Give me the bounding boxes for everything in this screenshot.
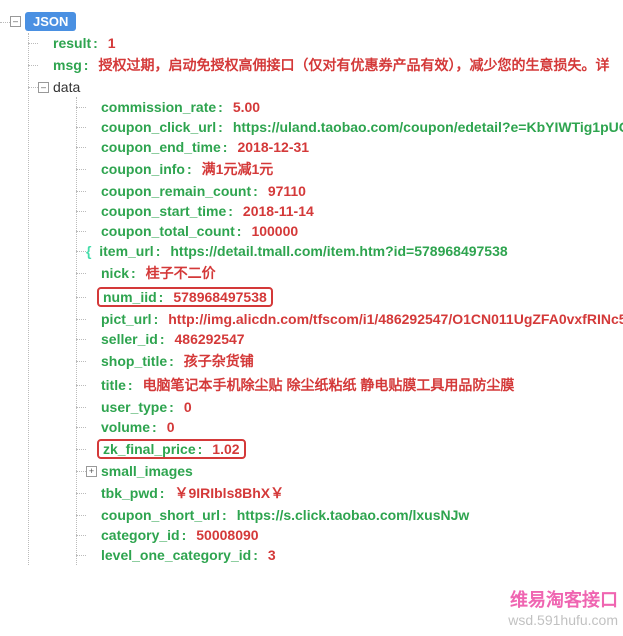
small-images-node[interactable]: +small_images [86,461,623,481]
field-pict-url: pict_url:http://img.alicdn.com/tfscom/i1… [86,309,623,329]
field-coupon-remain-count: coupon_remain_count:97110 [86,181,623,201]
brace-icon: { [86,243,91,259]
expand-icon[interactable]: + [86,466,97,477]
field-title: title:电脑笔记本手机除尘贴 除尘纸粘纸 静电贴膜工具用品防尘膜 [86,373,623,397]
collapse-icon[interactable]: – [10,16,21,27]
field-item-url: { item_url:https://detail.tmall.com/item… [86,241,623,261]
field-coupon-end-time: coupon_end_time:2018-12-31 [86,137,623,157]
field-nick: nick:桂子不二价 [86,261,623,285]
key: data [53,79,80,95]
field-coupon-short-url: coupon_short_url:https://s.click.taobao.… [86,505,623,525]
field-msg: msg: 授权过期，启动免授权高佣接口（仅对有优惠券产品有效），减少您的生意损失… [38,53,623,77]
field-tbk-pwd: tbk_pwd:￥9IRIbls8BhX￥ [86,481,623,505]
field-volume: volume:0 [86,417,623,437]
json-tree: – JSON result: 1 msg: 授权过期，启动免授权高佣接口（仅对有… [10,10,623,565]
highlight-box: zk_final_price:1.02 [97,439,246,459]
field-zk-final-price: zk_final_price:1.02 [86,437,623,461]
field-coupon-total-count: coupon_total_count:100000 [86,221,623,241]
field-shop-title: shop_title:孩子杂货铺 [86,349,623,373]
collapse-icon[interactable]: – [38,82,49,93]
value: 1 [108,35,116,51]
root-node[interactable]: – JSON [10,10,623,33]
highlight-box: num_iid:578968497538 [97,287,273,307]
value: 授权过期，启动免授权高佣接口（仅对有优惠券产品有效），减少您的生意损失。详 [98,55,609,75]
field-coupon-click-url: coupon_click_url:https://uland.taobao.co… [86,117,623,137]
field-level-one-category-id: level_one_category_id:3 [86,545,623,565]
field-result: result: 1 [38,33,623,53]
json-badge: JSON [25,12,76,31]
watermark-en: wsd.591hufu.com [508,612,618,628]
key: msg [53,57,82,73]
data-node[interactable]: – data [38,77,623,97]
field-num-iid: num_iid:578968497538 [86,285,623,309]
field-category-id: category_id:50008090 [86,525,623,545]
field-seller-id: seller_id:486292547 [86,329,623,349]
key: result [53,35,91,51]
watermark-cn: 维易淘客接口 [508,586,618,612]
watermark: 维易淘客接口 wsd.591hufu.com [508,586,618,628]
field-user-type: user_type:0 [86,397,623,417]
field-coupon-info: coupon_info:满1元减1元 [86,157,623,181]
field-coupon-start-time: coupon_start_time:2018-11-14 [86,201,623,221]
field-commission-rate: commission_rate:5.00 [86,97,623,117]
